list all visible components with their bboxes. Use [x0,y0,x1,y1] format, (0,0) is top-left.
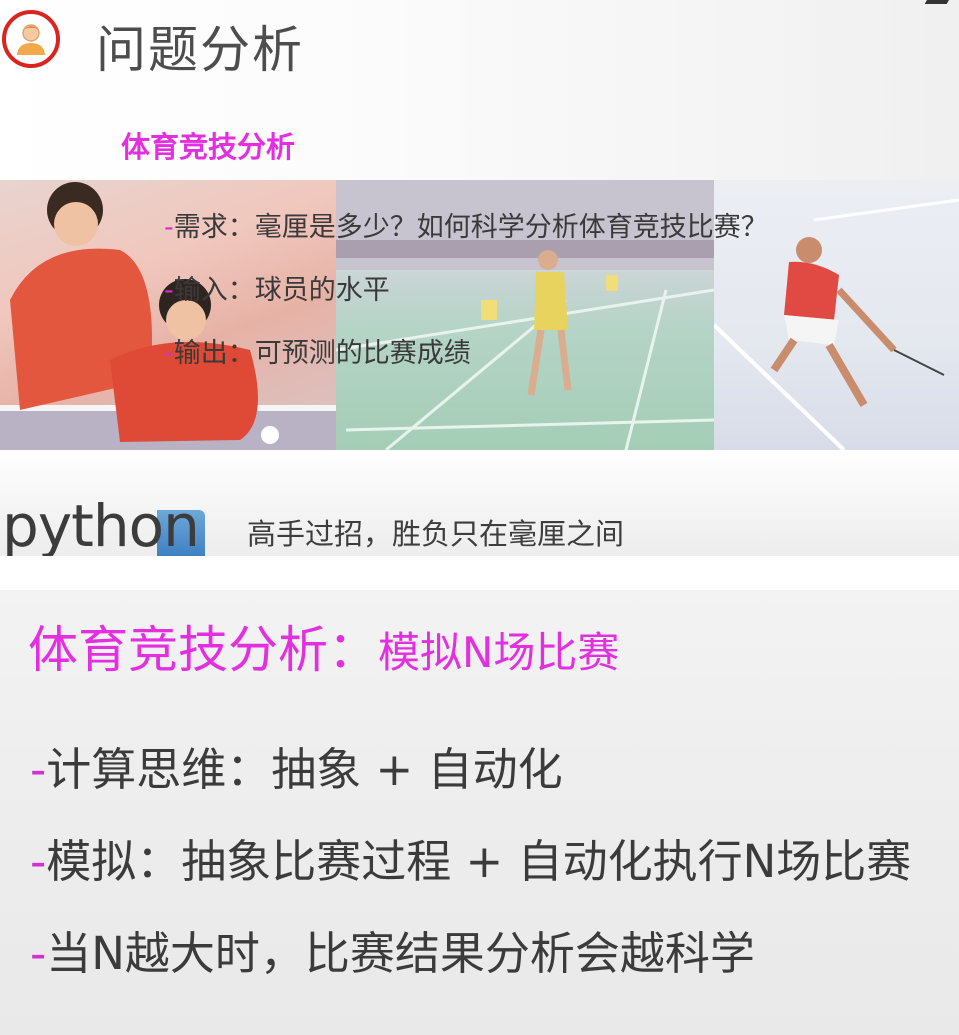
requirements-list: -需求：毫厘是多少？如何科学分析体育竞技比赛？ -输入：球员的水平 -输出：可预… [164,210,768,399]
tagline: 高手过招，胜负只在毫厘之间 [247,517,625,551]
section-subtitle: 体育竞技分析 [121,130,296,164]
input-item: -输入：球员的水平 [164,273,768,336]
bullet-dash: - [30,835,47,888]
slide-problem-analysis: 问题分析 体育竞技分析 -需求：毫厘是多少？如何科学分析体育竞技比赛？ -输入：… [0,0,959,556]
title-tail: 模拟N场比赛 [378,628,620,677]
bullet-list: -计算思维：抽象 + 自动化 -模拟：抽象比赛过程 + 自动化执行N场比赛 -当… [30,742,911,1018]
slide-title: 体育竞技分析：模拟N场比赛 [28,610,619,682]
title-main: 体育竞技分析： [28,621,378,679]
bullet-text: 模拟：抽象比赛过程 + 自动化执行N场比赛 [46,835,912,888]
bullet-text: 计算思维：抽象 + 自动化 [46,743,563,796]
bullet-dash: - [164,338,174,369]
requirement-text: 需求：毫厘是多少？如何科学分析体育竞技比赛？ [173,212,768,243]
output-item: -输出：可预测的比赛成绩 [164,336,768,399]
python-logo-text: python [2,492,200,556]
list-item: -计算思维：抽象 + 自动化 [30,742,911,834]
slide-separator [0,556,959,590]
list-item: -当N越大时，比赛结果分析会越科学 [30,926,911,1018]
person-avatar-icon [2,10,60,68]
slide-simulation: 体育竞技分析：模拟N场比赛 -计算思维：抽象 + 自动化 -模拟：抽象比赛过程 … [0,590,959,1035]
input-text: 输入：球员的水平 [173,275,390,306]
corner-decoration [924,0,952,4]
python-logo: python [2,492,207,556]
bullet-text: 当N越大时，比赛结果分析会越科学 [46,927,755,980]
bullet-dash: - [164,275,174,306]
page-title: 问题分析 [96,21,304,79]
bullet-dash: - [30,743,47,796]
requirement-item: -需求：毫厘是多少？如何科学分析体育竞技比赛？ [164,210,768,273]
bullet-dash: - [30,927,47,980]
list-item: -模拟：抽象比赛过程 + 自动化执行N场比赛 [30,834,911,926]
output-text: 输出：可预测的比赛成绩 [173,338,471,369]
bullet-dash: - [164,212,174,243]
